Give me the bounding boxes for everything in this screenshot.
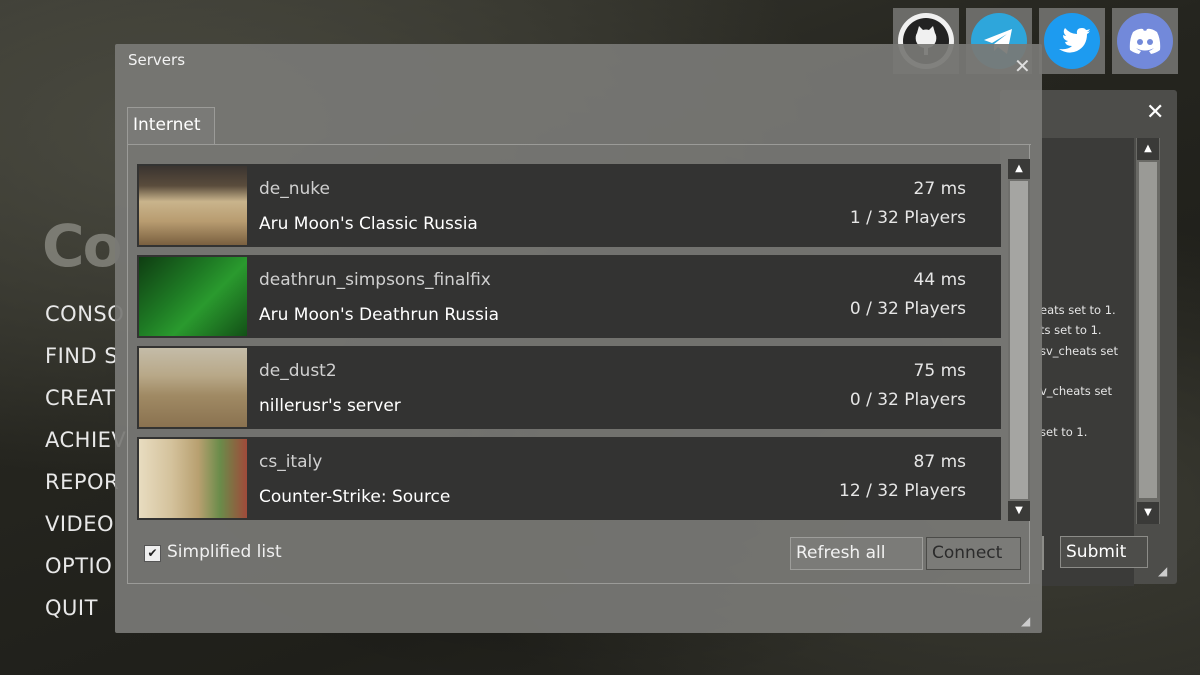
server-map: cs_italy [259, 452, 323, 472]
scrollbar-thumb[interactable] [1010, 181, 1028, 499]
server-name: Aru Moon's Deathrun Russia [259, 305, 500, 325]
console-log: eats set to 1. ts set to 1. sv_cheats se… [1040, 138, 1134, 586]
console-log-line: eats set to 1. [1040, 303, 1116, 317]
server-players: 0 / 32 Players [849, 390, 966, 410]
map-thumbnail [139, 439, 247, 518]
tab-divider [216, 144, 1031, 145]
discord-icon [1117, 13, 1173, 69]
twitter-button[interactable] [1039, 8, 1105, 74]
console-scrollbar[interactable]: ▲ ▼ [1136, 138, 1160, 524]
servers-window: Servers ✕ Internet de_nuke Aru Moon's Cl… [115, 44, 1042, 633]
server-map: de_dust2 [259, 361, 337, 381]
server-ping: 44 ms [913, 270, 966, 290]
console-log-line: ts set to 1. [1040, 323, 1102, 337]
server-row[interactable]: de_dust2 nillerusr's server 75 ms 0 / 32… [137, 346, 1001, 429]
server-row[interactable]: de_nuke Aru Moon's Classic Russia 27 ms … [137, 164, 1001, 247]
server-map: deathrun_simpsons_finalfix [259, 270, 491, 290]
resize-grip-icon[interactable]: ◢ [1021, 614, 1030, 628]
server-name: Aru Moon's Classic Russia [259, 214, 478, 234]
window-title: Servers [128, 51, 186, 69]
console-close-icon[interactable]: ✕ [1146, 100, 1164, 125]
server-name: nillerusr's server [259, 396, 401, 416]
tab-internet[interactable]: Internet [127, 107, 215, 144]
console-log-line: set to 1. [1040, 425, 1088, 439]
server-list: de_nuke Aru Moon's Classic Russia 27 ms … [137, 159, 1003, 521]
server-map: de_nuke [259, 179, 330, 199]
close-icon[interactable]: ✕ [1014, 54, 1031, 78]
twitter-icon [1044, 13, 1100, 69]
server-ping: 75 ms [913, 361, 966, 381]
scroll-down-icon[interactable]: ▼ [1008, 501, 1030, 521]
map-thumbnail [139, 257, 247, 336]
server-players: 0 / 32 Players [849, 299, 966, 319]
server-name: Counter-Strike: Source [259, 487, 451, 507]
server-list-scrollbar[interactable]: ▲ ▼ [1008, 159, 1030, 521]
map-thumbnail [139, 166, 247, 245]
server-players: 1 / 32 Players [849, 208, 966, 228]
console-log-line: v_cheats set [1040, 384, 1113, 398]
console-submit-button[interactable]: Submit [1060, 536, 1148, 568]
scroll-up-icon[interactable]: ▲ [1137, 138, 1159, 160]
simplified-list-label[interactable]: Simplified list [167, 542, 282, 562]
scroll-up-icon[interactable]: ▲ [1008, 159, 1030, 179]
server-row[interactable]: deathrun_simpsons_finalfix Aru Moon's De… [137, 255, 1001, 338]
server-row[interactable]: cs_italy Counter-Strike: Source 87 ms 12… [137, 437, 1001, 520]
server-ping: 87 ms [913, 452, 966, 472]
connect-button[interactable]: Connect [926, 537, 1021, 570]
console-log-line: sv_cheats set [1040, 344, 1119, 358]
server-players: 12 / 32 Players [839, 481, 966, 501]
map-thumbnail [139, 348, 247, 427]
scrollbar-thumb[interactable] [1139, 162, 1157, 498]
discord-button[interactable] [1112, 8, 1178, 74]
resize-grip-icon[interactable]: ◢ [1158, 564, 1167, 578]
console-input-edge[interactable] [1042, 536, 1044, 570]
refresh-all-button[interactable]: Refresh all [790, 537, 923, 570]
server-ping: 27 ms [913, 179, 966, 199]
simplified-list-checkbox[interactable]: ✔ [144, 545, 161, 562]
scroll-down-icon[interactable]: ▼ [1137, 502, 1159, 524]
server-list-panel: de_nuke Aru Moon's Classic Russia 27 ms … [127, 144, 1031, 584]
